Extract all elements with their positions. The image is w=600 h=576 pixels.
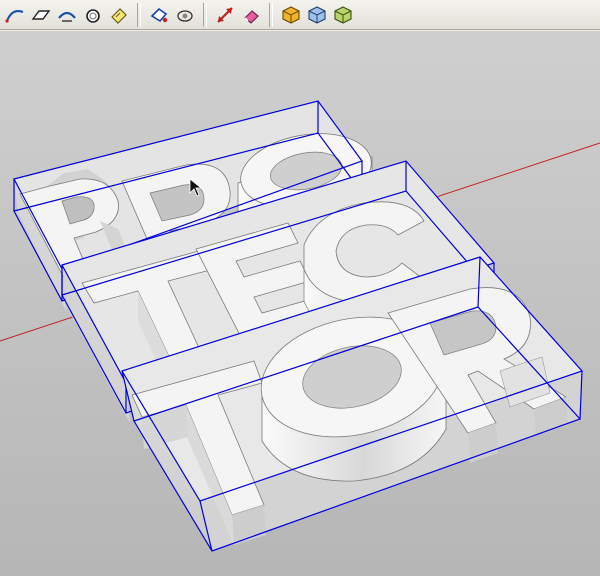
toolbar-separator — [203, 2, 207, 27]
edit-tools-group — [144, 0, 200, 30]
follow-me-button[interactable] — [54, 2, 80, 28]
draw-tools-group — [0, 0, 134, 30]
solid-intersect-icon — [308, 5, 326, 24]
rotate-tool-button[interactable] — [146, 2, 172, 28]
circle-offset-button[interactable] — [80, 2, 106, 28]
toolbar-separator — [269, 2, 273, 27]
follow-me-icon — [58, 11, 76, 22]
dimension-arrow-button[interactable] — [212, 2, 238, 28]
measure-tools-group — [210, 0, 266, 30]
solid-union-button[interactable] — [278, 2, 304, 28]
solid-intersect-button[interactable] — [304, 2, 330, 28]
paint-tag-button[interactable] — [106, 2, 132, 28]
toolbar-separator — [137, 2, 141, 27]
freehand-arc-icon — [5, 9, 24, 23]
freehand-arc-button[interactable] — [2, 2, 28, 28]
toolbar — [0, 0, 600, 30]
solid-tools-group — [276, 0, 358, 30]
solid-union-icon — [282, 5, 300, 24]
eraser-icon — [244, 9, 259, 24]
sketchup-window — [0, 0, 600, 576]
eraser-button[interactable] — [238, 2, 264, 28]
plane-icon — [31, 9, 51, 20]
solid-subtract-icon — [334, 5, 352, 24]
dimension-arrow-icon — [217, 6, 233, 23]
orbit-tool-icon — [177, 9, 193, 22]
paint-tag-icon — [111, 7, 127, 24]
solid-subtract-button[interactable] — [330, 2, 356, 28]
model-canvas[interactable] — [0, 31, 600, 576]
model-viewport[interactable] — [0, 31, 600, 576]
orbit-tool-button[interactable] — [172, 2, 198, 28]
plane-button[interactable] — [28, 2, 54, 28]
circle-offset-icon — [86, 8, 100, 23]
rotate-tool-icon — [150, 7, 168, 22]
